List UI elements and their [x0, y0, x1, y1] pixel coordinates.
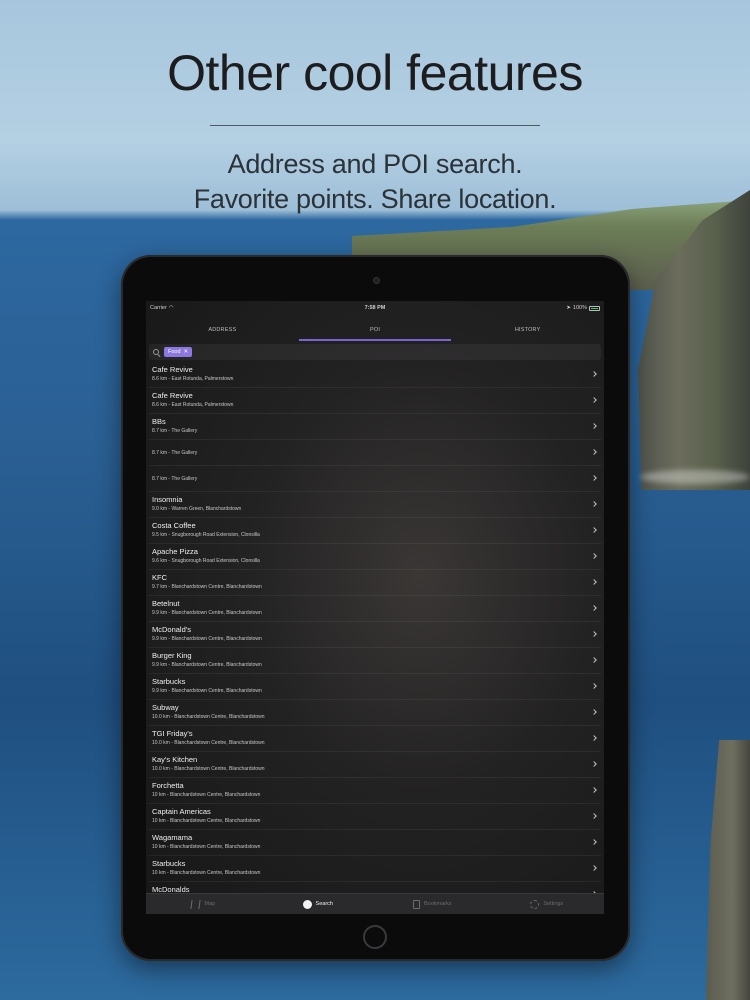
promo-headline: Other cool features — [167, 45, 583, 101]
poi-address: 9.7 km - Blanchardstown Centre, Blanchar… — [152, 584, 262, 590]
list-item[interactable]: Burger King 9.9 km - Blanchardstown Centr… — [149, 648, 601, 674]
list-item[interactable]: Starbucks 9.9 km - Blanchardstown Centre,… — [149, 674, 601, 700]
tab-map-label: Map — [204, 901, 216, 907]
tab-bookmarks[interactable]: Bookmarks — [375, 894, 490, 914]
category-chip[interactable]: Food ✕ — [164, 347, 193, 357]
list-item[interactable]: Insomnia 9.0 km - Warren Green, Blanchard… — [149, 492, 601, 518]
poi-name: Starbucks — [152, 677, 186, 686]
poi-name: Insomnia — [152, 495, 183, 504]
poi-name: Cafe Revive — [152, 365, 193, 374]
battery-percent: 100% — [572, 305, 587, 311]
tab-search-label: Search — [315, 901, 333, 907]
promo-divider — [210, 125, 540, 126]
tab-search[interactable]: Search — [261, 894, 376, 914]
poi-address: 8.7 km - The Gallery — [152, 428, 198, 434]
poi-address: 8.6 km - East Rotunda, Palmerstown — [152, 376, 234, 382]
list-item[interactable]: McDonald's 9.9 km - Blanchardstown Centre… — [149, 622, 601, 648]
tab-bookmarks-label: Bookmarks — [423, 901, 452, 907]
wifi-icon: ◠ — [168, 305, 174, 311]
poi-name: Forchetta — [152, 781, 184, 790]
search-mode-tabs: ADDRESS POI HISTORY — [146, 321, 604, 341]
poi-address: 9.6 km - Snugborough Road Extension, Clo… — [152, 558, 260, 564]
gear-icon — [530, 899, 540, 909]
tab-settings[interactable]: Settings — [490, 894, 605, 914]
background-cliff-bottom — [706, 740, 750, 1000]
poi-address: 10 km - Blanchardstown Centre, Blanchard… — [152, 844, 261, 850]
front-camera — [373, 277, 380, 284]
poi-name: Subway — [152, 703, 179, 712]
poi-name: Cafe Revive — [152, 391, 193, 400]
carrier-label: Carrier — [150, 305, 167, 311]
tab-address[interactable]: ADDRESS — [146, 321, 299, 341]
poi-address: 9.9 km - Blanchardstown Centre, Blanchar… — [152, 610, 262, 616]
poi-address: 9.0 km - Warren Green, Blanchardstown — [152, 506, 242, 512]
battery-icon — [589, 305, 600, 311]
tab-settings-label: Settings — [543, 901, 564, 907]
tab-history[interactable]: HISTORY — [451, 321, 604, 341]
poi-address: 8.7 km - The Gallery — [152, 476, 198, 482]
background-surf — [640, 470, 750, 484]
poi-address: 10.0 km - Blanchardstown Centre, Blancha… — [152, 740, 265, 746]
map-icon — [190, 899, 202, 909]
chip-label: Food — [168, 349, 181, 355]
tab-map[interactable]: Map — [146, 894, 261, 914]
results-list: Cafe Revive 8.6 km - East Rotunda, Palmer… — [149, 362, 601, 908]
search-input[interactable]: Food ✕ — [149, 344, 601, 360]
search-icon — [153, 348, 160, 356]
list-item[interactable]: Cafe Revive 8.6 km - East Rotunda, Palmer… — [149, 362, 601, 388]
list-item[interactable]: Wagamama 10 km - Blanchardstown Centre, B… — [149, 830, 601, 856]
list-item[interactable]: BBs 8.7 km - The Gallery — [149, 414, 601, 440]
list-item[interactable]: KFC 9.7 km - Blanchardstown Centre, Blanc… — [149, 570, 601, 596]
tab-poi[interactable]: POI — [298, 321, 452, 341]
poi-name: KFC — [152, 573, 167, 582]
poi-name: Starbucks — [152, 859, 186, 868]
poi-address: 9.9 km - Blanchardstown Centre, Blanchar… — [152, 636, 262, 642]
status-time: 7:58 PM — [364, 305, 386, 311]
poi-name: TGI Friday's — [152, 729, 193, 738]
location-icon: ➤ — [566, 305, 571, 311]
poi-address: 10 km - Blanchardstown Centre, Blanchard… — [152, 870, 261, 876]
promo-subline-2: Favorite points. Share location. — [193, 184, 557, 214]
poi-name: BBs — [152, 417, 166, 426]
home-button[interactable] — [363, 925, 387, 949]
poi-address: 10.0 km - Blanchardstown Centre, Blancha… — [152, 766, 265, 772]
poi-name: Captain Americas — [152, 807, 211, 816]
list-item[interactable]: Apache Pizza 9.6 km - Snugborough Road Ex… — [149, 544, 601, 570]
promo-subline-1: Address and POI search. — [227, 149, 523, 179]
list-item[interactable]: Cafe Revive 8.6 km - East Rotunda, Palmer… — [149, 388, 601, 414]
app-screen: Carrier ◠ 7:58 PM ➤ 100% ADDRESS POI HIS… — [146, 301, 604, 914]
poi-address: 10.0 km - Blanchardstown Centre, Blancha… — [152, 714, 265, 720]
poi-address: 9.9 km - Blanchardstown Centre, Blanchar… — [152, 662, 262, 668]
poi-name: Betelnut — [152, 599, 180, 608]
list-item[interactable]: Betelnut 9.9 km - Blanchardstown Centre, … — [149, 596, 601, 622]
poi-name: Apache Pizza — [152, 547, 198, 556]
poi-address: 10 km - Blanchardstown Centre, Blanchard… — [152, 818, 261, 824]
poi-address: 9.5 km - Snugborough Road Extension, Clo… — [152, 532, 260, 538]
poi-address: 8.6 km - East Rotunda, Palmerstown — [152, 402, 234, 408]
bottom-tab-bar: Map Search Bookmarks Settings — [146, 893, 604, 914]
list-item[interactable]: 8.7 km - The Gallery — [149, 440, 601, 466]
poi-name: McDonald's — [152, 625, 191, 634]
list-item[interactable]: Forchetta 10 km - Blanchardstown Centre, … — [149, 778, 601, 804]
list-item[interactable]: TGI Friday's 10.0 km - Blanchardstown Cen… — [149, 726, 601, 752]
poi-name: Kay's Kitchen — [152, 755, 198, 764]
close-icon[interactable]: ✕ — [184, 349, 189, 355]
search-icon — [302, 899, 312, 909]
list-item[interactable]: Subway 10.0 km - Blanchardstown Centre, B… — [149, 700, 601, 726]
status-bar: Carrier ◠ 7:58 PM ➤ 100% — [146, 301, 604, 315]
poi-name: Wagamama — [152, 833, 193, 842]
list-item[interactable]: Captain Americas 10 km - Blanchardstown C… — [149, 804, 601, 830]
poi-address: 8.7 km - The Gallery — [152, 450, 198, 456]
bookmark-icon — [412, 899, 420, 909]
poi-address: 9.9 km - Blanchardstown Centre, Blanchar… — [152, 688, 262, 694]
list-item[interactable]: 8.7 km - The Gallery — [149, 466, 601, 492]
list-item[interactable]: Starbucks 10 km - Blanchardstown Centre, … — [149, 856, 601, 882]
list-item[interactable]: Kay's Kitchen 10.0 km - Blanchardstown Ce… — [149, 752, 601, 778]
poi-name: Costa Coffee — [152, 521, 196, 530]
poi-name: Burger King — [152, 651, 192, 660]
poi-address: 10 km - Blanchardstown Centre, Blanchard… — [152, 792, 261, 798]
list-item[interactable]: Costa Coffee 9.5 km - Snugborough Road Ex… — [149, 518, 601, 544]
